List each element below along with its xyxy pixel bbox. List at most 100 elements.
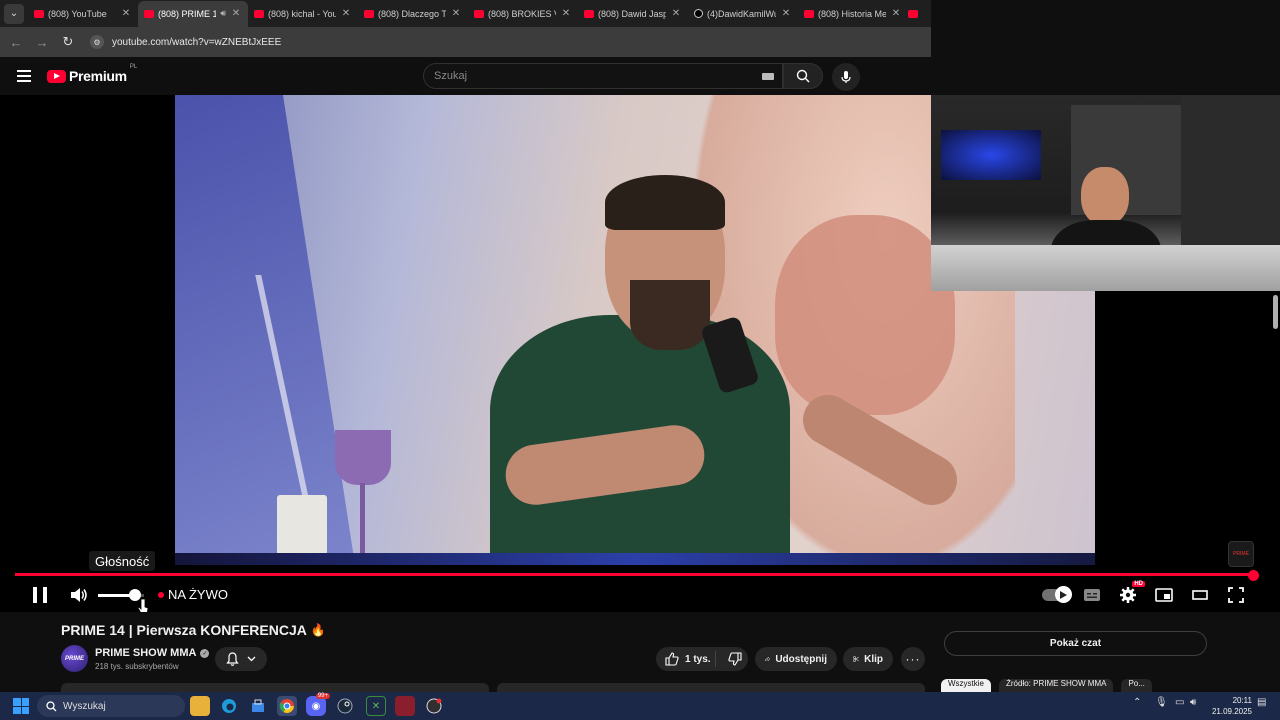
youtube-play-icon	[47, 69, 66, 83]
tab-title: (808) PRIME 1	[158, 8, 217, 19]
close-icon[interactable]: ✕	[560, 8, 572, 19]
browser-tab[interactable]: (808) Dlaczego Te ✕	[358, 1, 468, 27]
search-input[interactable]: Szukaj	[423, 63, 783, 89]
like-count: 1 tys.	[685, 653, 711, 665]
edge-icon[interactable]	[219, 696, 239, 716]
chevron-up-icon[interactable]: ⌃	[1133, 697, 1141, 708]
network-icon[interactable]: ▭	[1175, 697, 1184, 708]
settings-button[interactable]: HD	[1117, 581, 1145, 607]
taskbar-search-placeholder: Wyszukaj	[63, 700, 106, 712]
browser-tab-active[interactable]: (808) PRIME 1 🔊︎ ✕	[138, 0, 248, 27]
video-player[interactable]: PRIME	[0, 95, 1280, 612]
progress-scrubber[interactable]	[1248, 570, 1259, 581]
channel-name[interactable]: PRIME SHOW MMA ✓	[95, 647, 210, 659]
browser-tab[interactable]: (808) YouTube ✕	[28, 1, 138, 27]
progress-bar[interactable]	[15, 573, 1255, 576]
obs-icon[interactable]	[424, 696, 444, 716]
more-icon: ···	[905, 652, 921, 666]
close-icon[interactable]: ✕	[890, 8, 902, 19]
url-field[interactable]: ⚙ youtube.com/watch?v=wZNEBtJxEEE	[86, 31, 923, 53]
game-app-icon[interactable]	[395, 696, 415, 716]
fullscreen-icon	[1228, 587, 1244, 603]
fullscreen-button[interactable]	[1225, 583, 1247, 607]
chip-source[interactable]: Źródło: PRIME SHOW MMA	[999, 679, 1114, 692]
mute-button[interactable]	[68, 583, 90, 607]
show-chat-button[interactable]: Pokaż czat	[944, 631, 1207, 656]
play-icon	[1060, 590, 1067, 599]
store-icon[interactable]	[248, 696, 268, 716]
browser-tab[interactable]: (808) kichal - You ✕	[248, 1, 358, 27]
live-indicator[interactable]: NA ŻYWO	[158, 587, 228, 602]
xbox-icon[interactable]: ✕	[366, 696, 386, 716]
comments-panel[interactable]	[497, 683, 925, 692]
theater-mode-button[interactable]	[1189, 583, 1211, 607]
reload-icon[interactable]: ↻	[60, 34, 76, 50]
speaker-icon[interactable]: 🔊︎	[220, 8, 226, 19]
search-button[interactable]	[783, 63, 823, 89]
menu-icon[interactable]	[17, 67, 31, 85]
youtube-icon	[254, 9, 264, 18]
avatar[interactable]: PRIME	[61, 645, 88, 672]
close-icon[interactable]: ✕	[230, 8, 242, 19]
microphone-icon[interactable]: 🎙︎	[1155, 697, 1168, 708]
autoplay-toggle[interactable]	[1041, 583, 1072, 607]
taskbar-search[interactable]: Wyszukaj	[37, 695, 185, 717]
youtube-icon	[34, 9, 44, 18]
browser-tab[interactable]: (808) Dawid Jaspe ✕	[578, 1, 688, 27]
discord-icon[interactable]: ◉ 99+	[306, 693, 330, 716]
browser-tab[interactable]: (808) Historia Me ✕	[798, 1, 908, 27]
video-info: PRIME 14 | Pierwsza KONFERENCJA 🔥 PRIME …	[0, 612, 1280, 692]
site-info-icon[interactable]: ⚙	[90, 35, 104, 49]
file-explorer-icon[interactable]	[190, 696, 210, 716]
description-panel[interactable]	[61, 683, 489, 692]
clip-button[interactable]: Klip	[843, 647, 893, 671]
notifications-button[interactable]	[215, 647, 267, 671]
pause-icon	[33, 587, 47, 603]
pause-button[interactable]	[28, 583, 52, 607]
more-actions-button[interactable]: ···	[901, 647, 925, 671]
chrome-icon[interactable]	[277, 696, 297, 716]
tiktok-icon	[694, 9, 703, 18]
share-button[interactable]: Udostępnij	[755, 647, 837, 671]
desk-edge	[175, 553, 1095, 565]
notification-icon[interactable]: ▤	[1257, 697, 1266, 708]
thumbs-up-icon	[665, 652, 679, 666]
voice-search-button[interactable]	[832, 63, 860, 91]
share-label: Udostępnij	[775, 653, 827, 665]
miniplayer-button[interactable]	[1153, 583, 1175, 607]
address-bar: ← → ↻ ⚙ youtube.com/watch?v=wZNEBtJxEEE	[0, 27, 931, 57]
video-title-text: PRIME 14 | Pierwsza KONFERENCJA	[61, 622, 307, 638]
volume-icon	[71, 588, 87, 602]
close-icon[interactable]: ✕	[340, 8, 352, 19]
tab-title: (808) Historia Me	[818, 8, 886, 19]
close-icon[interactable]: ✕	[780, 8, 792, 19]
windows-start-icon[interactable]	[13, 698, 29, 714]
like-button[interactable]: 1 tys.	[656, 651, 716, 667]
browser-tab-overflow[interactable]	[908, 1, 922, 27]
tab-title: (808) kichal - You	[268, 8, 336, 19]
chip-all[interactable]: Wszystkie	[941, 679, 991, 692]
search-icon	[46, 700, 57, 711]
miniplayer-icon	[1155, 588, 1173, 602]
chip-more[interactable]: Po...	[1121, 679, 1152, 692]
clock-date: 21.09.2025	[1211, 707, 1252, 716]
webcam-overlay	[931, 95, 1280, 291]
speaker-icon[interactable]: 🔊︎	[1190, 697, 1196, 708]
forward-arrow-icon[interactable]: →	[34, 35, 50, 50]
keyboard-icon[interactable]	[762, 73, 774, 80]
youtube-logo[interactable]: Premium PL	[47, 64, 137, 84]
close-icon[interactable]: ✕	[670, 8, 682, 19]
back-arrow-icon[interactable]: ←	[8, 35, 24, 50]
browser-tab[interactable]: (4)DawidKamilWu ✕	[688, 1, 798, 27]
subtitles-button[interactable]	[1081, 583, 1103, 607]
youtube-icon	[804, 9, 814, 18]
system-clock[interactable]: 20:11 21.09.2025	[1210, 695, 1252, 717]
close-icon[interactable]: ✕	[450, 8, 462, 19]
close-icon[interactable]: ✕	[120, 8, 132, 19]
dislike-button[interactable]	[721, 652, 748, 666]
scrollbar-thumb[interactable]	[1273, 295, 1278, 329]
browser-tab[interactable]: (808) BROKIES VS ✕	[468, 1, 578, 27]
youtube-icon	[364, 9, 374, 18]
steam-icon[interactable]	[335, 696, 355, 716]
tab-search-button[interactable]: ⌄	[4, 3, 24, 24]
